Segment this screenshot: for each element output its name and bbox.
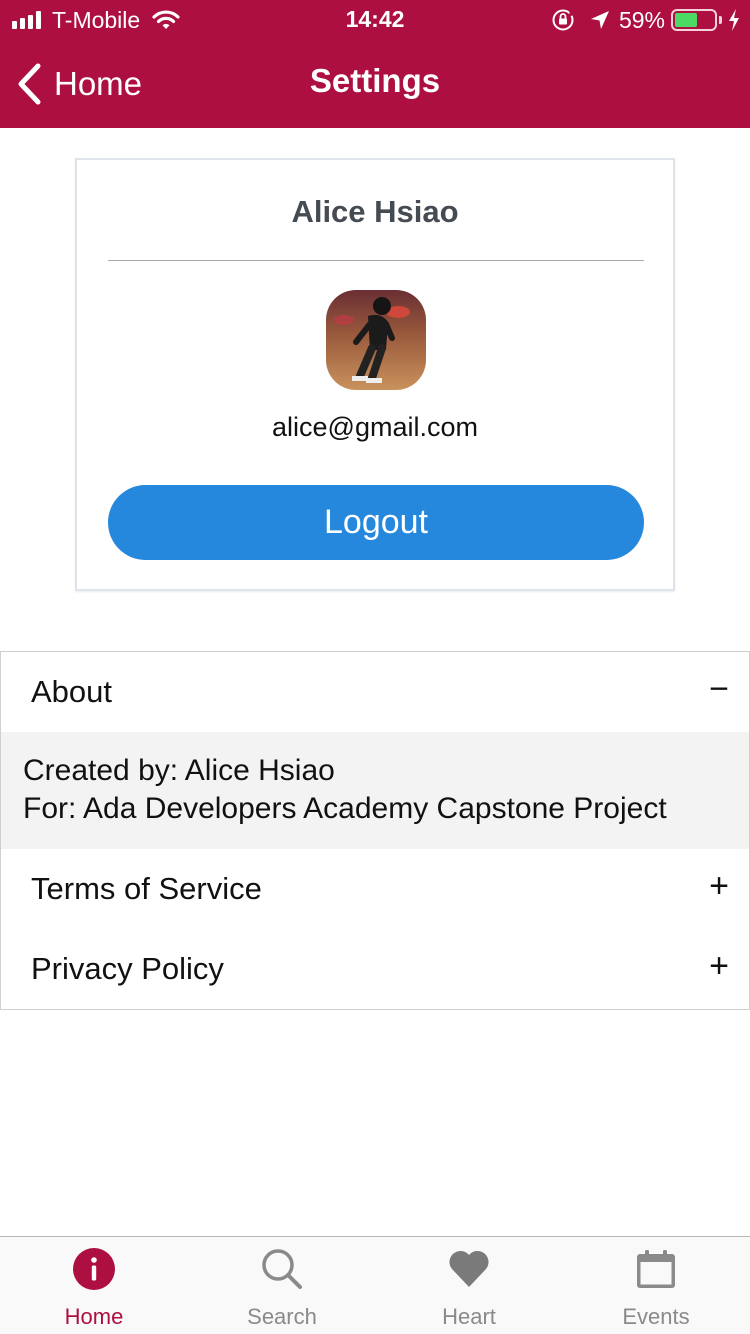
tab-home[interactable]: Home (0, 1237, 188, 1334)
battery-level (675, 13, 698, 27)
divider (108, 260, 644, 261)
back-button[interactable]: Home (16, 60, 142, 108)
info-accordion: About − Created by: Alice Hsiao For: Ada… (0, 651, 750, 1010)
heart-icon (449, 1250, 489, 1287)
chevron-left-icon (18, 63, 41, 105)
profile-email: alice@gmail.com (272, 412, 478, 442)
battery-icon (671, 9, 717, 31)
about-section-content: Created by: Alice Hsiao For: Ada Develop… (1, 732, 749, 849)
avatar (326, 290, 426, 390)
back-label: Home (54, 65, 143, 102)
avatar-photo (326, 290, 426, 390)
terms-label: Terms of Service (31, 871, 262, 906)
navigation-bar: Home Settings (0, 40, 750, 128)
search-icon (262, 1249, 302, 1289)
charging-bolt-icon (729, 9, 739, 31)
settings-screen: T-Mobile 14:42 59% Home Settings Alice H… (0, 0, 750, 1334)
status-right: 59% (551, 6, 740, 34)
about-label: About (31, 674, 113, 709)
tab-events[interactable]: Events (562, 1237, 750, 1334)
orientation-lock-icon (552, 9, 575, 31)
info-icon (73, 1248, 115, 1290)
terms-section-header[interactable]: Terms of Service + (1, 849, 749, 929)
logout-button[interactable]: Logout (108, 485, 644, 560)
expand-icon: + (709, 867, 729, 905)
tab-search-label: Search (247, 1304, 317, 1329)
tab-heart-label: Heart (442, 1304, 496, 1329)
status-bar: T-Mobile 14:42 59% (0, 0, 750, 40)
profile-card: Alice Hsiao alice@gmail.com Logout (75, 158, 675, 591)
tab-events-label: Events (622, 1304, 690, 1329)
privacy-section-header[interactable]: Privacy Policy + (1, 929, 749, 1009)
privacy-label: Privacy Policy (31, 951, 224, 986)
location-arrow-icon (590, 11, 609, 29)
calendar-icon (637, 1250, 675, 1288)
header: T-Mobile 14:42 59% Home Settings (0, 0, 750, 128)
collapse-icon: − (709, 670, 729, 708)
tab-home-label: Home (64, 1304, 124, 1329)
battery-cap (719, 16, 722, 24)
profile-name: Alice Hsiao (291, 194, 459, 229)
about-section-header[interactable]: About − (1, 652, 749, 732)
tab-bar: Home Search Heart Events (0, 1236, 750, 1334)
about-purpose: For: Ada Developers Academy Capstone Pro… (23, 792, 667, 825)
about-created-by: Created by: Alice Hsiao (23, 754, 335, 787)
expand-icon: + (709, 947, 729, 985)
tab-heart[interactable]: Heart (375, 1237, 563, 1334)
battery-percent: 59% (618, 6, 665, 33)
tab-search[interactable]: Search (188, 1237, 376, 1334)
